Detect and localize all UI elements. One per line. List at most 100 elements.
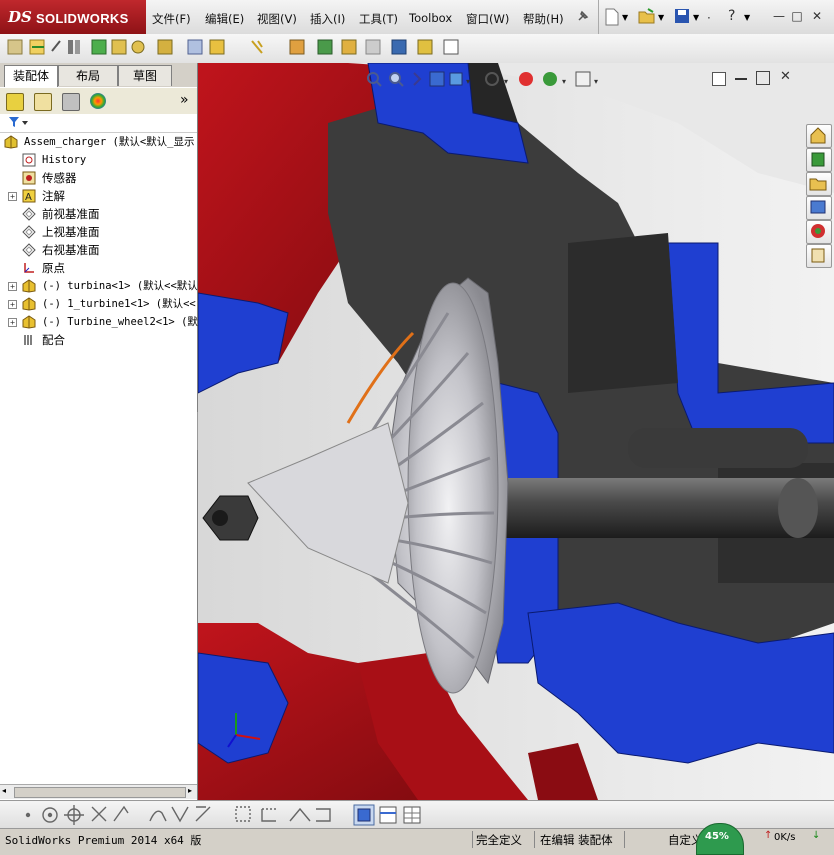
sketch-grid-icon [379,806,397,824]
plane-icon [22,243,36,257]
editing-status: 在编辑 装配体 [540,833,613,847]
trim-icon [91,806,107,822]
view-settings-icon [575,71,591,87]
menu-toolbox[interactable]: Toolbox [409,11,452,25]
mate-icon [75,40,80,54]
configuration-manager-icon[interactable] [62,93,80,111]
pin-icon[interactable] [576,9,590,23]
definition-status: 完全定义 [476,833,522,847]
viewport-close-icon[interactable]: ✕ [780,69,791,84]
scene-icon [543,72,557,86]
zoom-to-fit-icon [367,72,382,87]
status-bar: SolidWorks Premium 2014 x64 版 完全定义 在编辑 装… [0,823,834,855]
filter-icon[interactable] [8,115,30,132]
appearances-scenes-icon[interactable] [806,220,832,244]
options-dots-icon[interactable]: ⋅ [707,11,711,25]
annotation-icon: A [22,189,36,203]
svg-text:▾: ▾ [562,77,566,86]
menu-edit[interactable]: 编辑(E) [205,11,244,27]
design-library-icon[interactable] [806,148,832,172]
tab-sketch[interactable]: 草图 [118,65,172,86]
expand-toggle[interactable]: + [8,282,17,291]
hide-show-icon [157,39,173,55]
plane-icon [22,207,36,221]
menu-view[interactable]: 视图(V) [257,11,297,27]
tree-item-label: (-) Turbine_wheel2<1> (默 [42,316,198,328]
filter-row [0,114,197,133]
polygon-icon [289,807,311,822]
extend-icon [113,805,129,822]
restore-icon[interactable]: □ [790,9,804,23]
minimize-icon[interactable]: — [772,9,786,23]
expand-toggle[interactable]: + [8,318,17,327]
plane-icon [22,225,36,239]
chevron-down-icon[interactable]: ▼ [693,13,699,22]
slot-icon [316,808,331,822]
offset-icon [149,810,167,822]
mirror-icon [171,806,189,823]
expand-arrow-icon[interactable]: » [180,92,189,108]
feature-manager-tabs: » [0,88,197,115]
view-palette-icon[interactable] [806,196,832,220]
paperclip-icon [51,40,61,52]
menu-tools[interactable]: 工具(T) [359,11,398,27]
assembly-icon [4,135,18,149]
close-icon[interactable]: ✕ [810,9,824,23]
open-folder-icon[interactable] [638,8,656,27]
task-pane [806,124,832,270]
fillet-icon [195,806,211,822]
bill-of-materials-icon [289,39,305,55]
home-icon[interactable] [806,124,832,148]
tree-item-label: 传感器 [42,171,77,185]
heads-up-view-toolbar: ▾ ▾ ▾ ▾ [364,69,664,89]
viewport-minimize-icon[interactable] [735,78,747,80]
section-view-icon [429,71,445,87]
part-icon [22,315,36,329]
chevron-down-icon[interactable]: ▼ [658,13,664,22]
chevron-down-icon[interactable]: ▼ [744,13,750,22]
smart-dimension-icon [261,809,276,822]
mates-icon [22,333,36,347]
tree-item-label: Assem_charger (默认<默认_显示 [24,136,195,148]
svg-text:▾: ▾ [594,77,598,86]
menu-file[interactable]: 文件(F) [152,11,191,27]
chevron-down-icon[interactable]: ▼ [622,13,628,22]
graphics-viewport[interactable]: ▾ ▾ ▾ ▾ ✕ [198,63,834,800]
svg-text:▾: ▾ [466,77,470,86]
sensor-icon [22,171,36,185]
history-icon [22,153,36,167]
move-component-icon [131,40,145,54]
feature-tree: Assem_charger (默认<默认_显示 History 传感器 + A 注解 前视基… [0,133,198,353]
transfer-speed: 0K/s [774,832,796,843]
tree-horizontal-scrollbar[interactable]: ◂ ▸ [0,784,197,799]
menu-window[interactable]: 窗口(W) [466,11,509,27]
property-manager-icon[interactable] [34,93,52,111]
pattern-icon [91,39,107,55]
viewport-split-icon[interactable] [712,72,726,86]
help-icon[interactable]: ? [728,8,735,24]
save-icon[interactable] [674,8,690,27]
tree-item-label: 右视基准面 [42,243,100,257]
rectangle-icon [235,806,251,822]
tree-item-label: (-) 1_turbine1<1> (默认<< [42,298,196,310]
network-speed-badge: 45% [696,823,744,855]
tab-layout[interactable]: 布局 [58,65,118,86]
ds-logo-mark: DS [8,8,32,26]
viewport-restore-icon[interactable] [756,71,770,85]
menu-help[interactable]: 帮助(H) [523,11,564,27]
display-manager-icon[interactable] [90,93,106,109]
turbocharger-section-view [198,63,834,800]
expand-toggle[interactable]: + [8,192,17,201]
tab-assembly[interactable]: 装配体 [4,65,58,87]
new-document-icon[interactable] [604,8,620,29]
feature-manager-icon[interactable] [6,93,24,111]
version-text: SolidWorks Premium 2014 x64 版 [5,834,202,847]
menu-insert[interactable]: 插入(I) [310,11,345,27]
expand-toggle[interactable]: + [8,300,17,309]
insert-component-icon [29,39,45,55]
custom-properties-icon[interactable] [806,244,832,268]
tree-item-label: 上视基准面 [42,225,100,239]
solidworks-logo[interactable]: DS SOLIDWORKS [0,0,146,34]
assembly-features-icon [187,39,203,55]
file-explorer-icon[interactable] [806,172,832,196]
